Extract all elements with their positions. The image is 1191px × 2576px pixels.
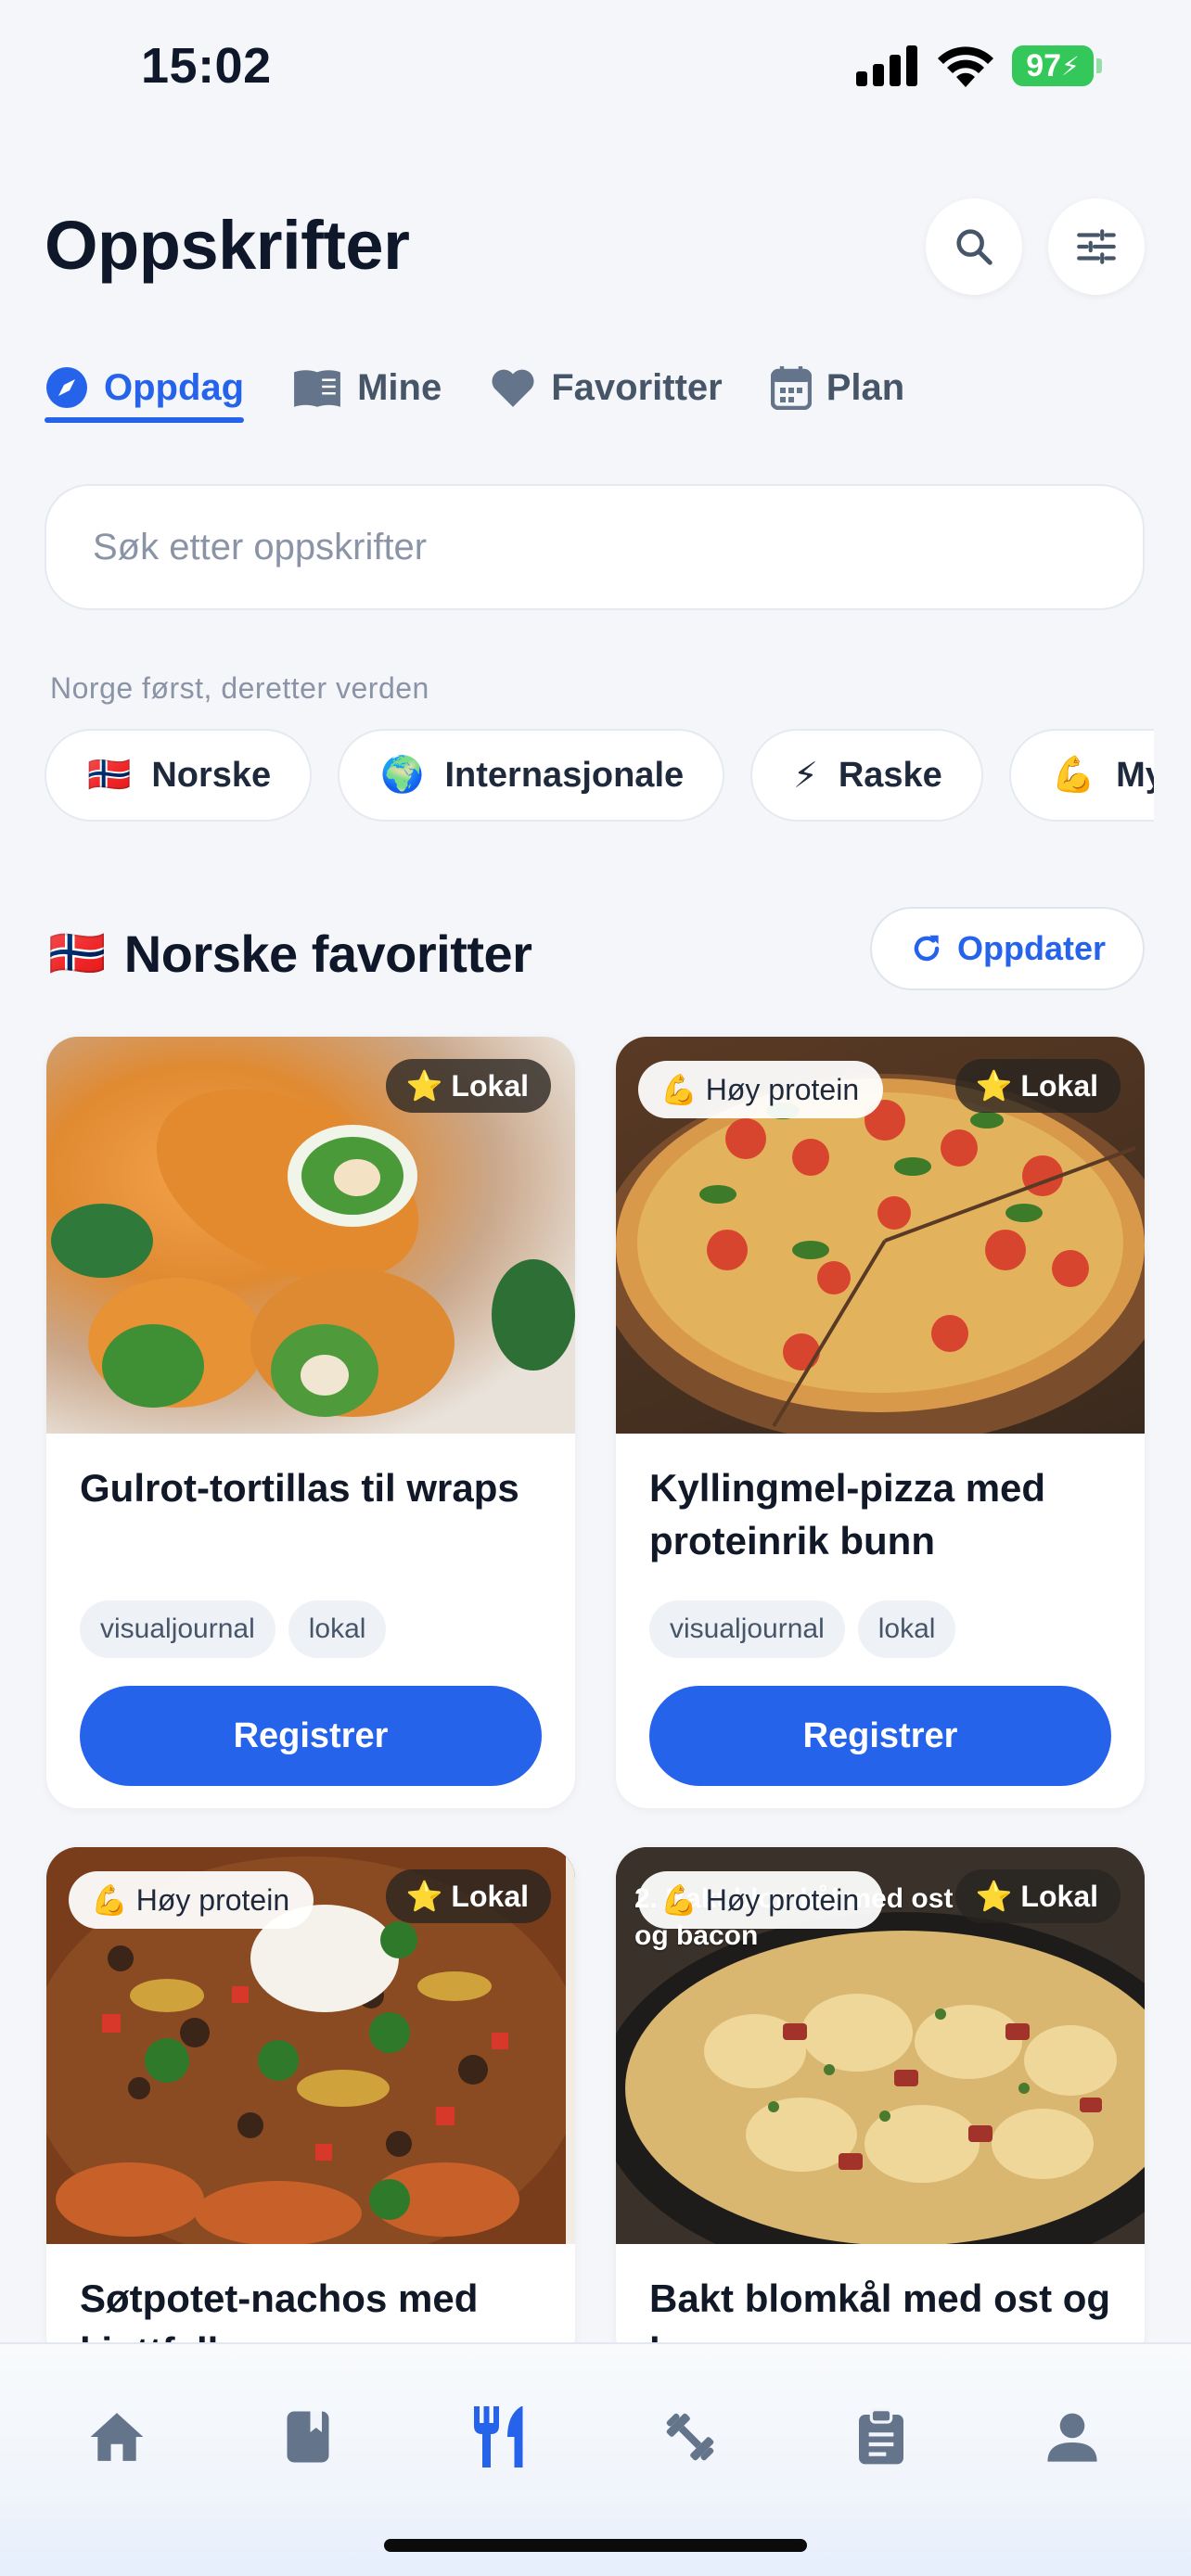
register-button[interactable]: Registrer <box>80 1686 542 1786</box>
chip-label: Internasjonale <box>444 755 685 795</box>
local-badge: ⭐ Lokal <box>954 1869 1121 1923</box>
status-icons: 97 ⚡ <box>856 45 1102 87</box>
lightning-icon: ⚡ <box>793 756 818 796</box>
compass-icon <box>46 367 87 408</box>
norway-flag-icon: 🇳🇴 <box>48 927 106 979</box>
home-indicator <box>384 2539 807 2552</box>
dumbbell-icon <box>666 2413 714 2461</box>
search-icon <box>956 229 992 265</box>
protein-badge: 💪 Høy protein <box>638 1871 884 1929</box>
globe-icon: 🌍 <box>380 756 425 795</box>
battery-indicator: 97 ⚡ <box>1012 45 1102 86</box>
sliders-icon <box>1077 229 1116 264</box>
local-badge: ⭐ Lokal <box>954 1059 1121 1113</box>
local-badge: ⭐ Lokal <box>385 1869 551 1923</box>
refresh-label: Oppdater <box>956 929 1106 967</box>
refresh-button[interactable]: Oppdater <box>870 907 1145 990</box>
heart-icon <box>492 369 534 407</box>
tab-label: Favoritter <box>551 366 723 408</box>
recipe-image: 💪 Høy protein ⭐ Lokal <box>46 1847 575 2244</box>
chip-norske[interactable]: 🇳🇴 Norske <box>45 729 313 822</box>
cellular-signal-icon <box>856 45 917 86</box>
category-chips: 🇳🇴 Norske 🌍 Internasjonale ⚡ Raske 💪 Mye… <box>0 723 1154 835</box>
recipe-image: 2. Bakt blomkål med ost og bacon 💪 Høy p… <box>616 1847 1145 2244</box>
muscle-icon: 💪 <box>1051 756 1096 795</box>
tab-mine[interactable]: Mine <box>292 352 442 423</box>
tab-plan[interactable]: Plan <box>770 352 905 423</box>
norway-flag-icon: 🇳🇴 <box>87 756 132 795</box>
user-icon <box>1047 2413 1097 2462</box>
tag: visualjournal <box>80 1600 275 1658</box>
recipe-card[interactable]: 2. Bakt blomkål med ost og bacon 💪 Høy p… <box>616 1847 1145 2366</box>
recipe-card[interactable]: 💪 Høy protein ⭐ Lokal Kyllingmel-pizza m… <box>616 1037 1145 1808</box>
search-button[interactable] <box>926 198 1022 295</box>
clipboard-icon <box>859 2408 903 2465</box>
tab-label: Plan <box>826 366 905 408</box>
recipe-tags: visualjournal lokal <box>649 1600 1111 1658</box>
search-input[interactable]: Søk etter oppskrifter <box>45 484 1145 610</box>
tab-favoritter[interactable]: Favoritter <box>490 352 723 423</box>
section-title-text: Norske favoritter <box>123 925 532 983</box>
tab-oppdag[interactable]: Oppdag <box>45 352 245 423</box>
battery-level: 97 <box>1026 47 1062 83</box>
tag: visualjournal <box>649 1600 845 1658</box>
nav-profile[interactable] <box>1017 2381 1128 2493</box>
protein-badge: 💪 Høy protein <box>69 1871 314 1929</box>
tab-label: Mine <box>357 366 442 408</box>
home-icon <box>90 2413 144 2461</box>
chip-label: Mye protein <box>1116 755 1154 795</box>
section-title: 🇳🇴 Norske favoritter <box>48 924 532 984</box>
nav-log[interactable] <box>826 2381 937 2493</box>
register-button[interactable]: Registrer <box>649 1686 1111 1786</box>
nav-home[interactable] <box>61 2381 173 2493</box>
book-icon <box>287 2411 329 2463</box>
wifi-icon <box>938 46 993 87</box>
recipe-tags: visualjournal lokal <box>80 1600 542 1658</box>
page-title: Oppskrifter <box>45 207 410 284</box>
recipe-card[interactable]: ⭐ Lokal Gulrot-tortillas til wraps visua… <box>46 1037 575 1808</box>
recipe-title: Gulrot-tortillas til wraps <box>80 1466 519 1510</box>
tab-label: Oppdag <box>104 366 245 408</box>
protein-badge: 💪 Høy protein <box>638 1061 884 1118</box>
charging-bolt-icon: ⚡ <box>1061 51 1080 81</box>
recipe-card[interactable]: 💪 Høy protein ⭐ Lokal Søtpotet-nachos me… <box>46 1847 575 2366</box>
tag: lokal <box>857 1600 956 1658</box>
chip-raske[interactable]: ⚡ Raske <box>750 729 983 822</box>
tab-bar: Oppdag Mine Favoritter Plan <box>45 352 953 423</box>
recipe-title: Kyllingmel-pizza med proteinrik bunn <box>649 1466 1046 1562</box>
section-hint: Norge først, deretter verden <box>50 671 429 705</box>
nav-recipes[interactable] <box>443 2381 555 2493</box>
chip-label: Norske <box>151 755 272 795</box>
nav-training[interactable] <box>634 2381 746 2493</box>
chip-internasjonale[interactable]: 🌍 Internasjonale <box>338 729 725 822</box>
status-time: 15:02 <box>141 38 272 94</box>
calendar-icon <box>770 366 812 410</box>
refresh-icon <box>914 935 940 962</box>
chip-protein[interactable]: 💪 Mye protein <box>1008 729 1154 822</box>
recipe-image: 💪 Høy protein ⭐ Lokal <box>616 1037 1145 1434</box>
book-icon <box>294 370 341 407</box>
nav-journal[interactable] <box>252 2381 364 2493</box>
fork-knife-icon <box>474 2406 523 2468</box>
local-badge: ⭐ Lokal <box>385 1059 551 1113</box>
recipe-image: ⭐ Lokal <box>46 1037 575 1434</box>
chip-label: Raske <box>838 755 942 795</box>
tag: lokal <box>288 1600 387 1658</box>
filter-button[interactable] <box>1048 198 1145 295</box>
